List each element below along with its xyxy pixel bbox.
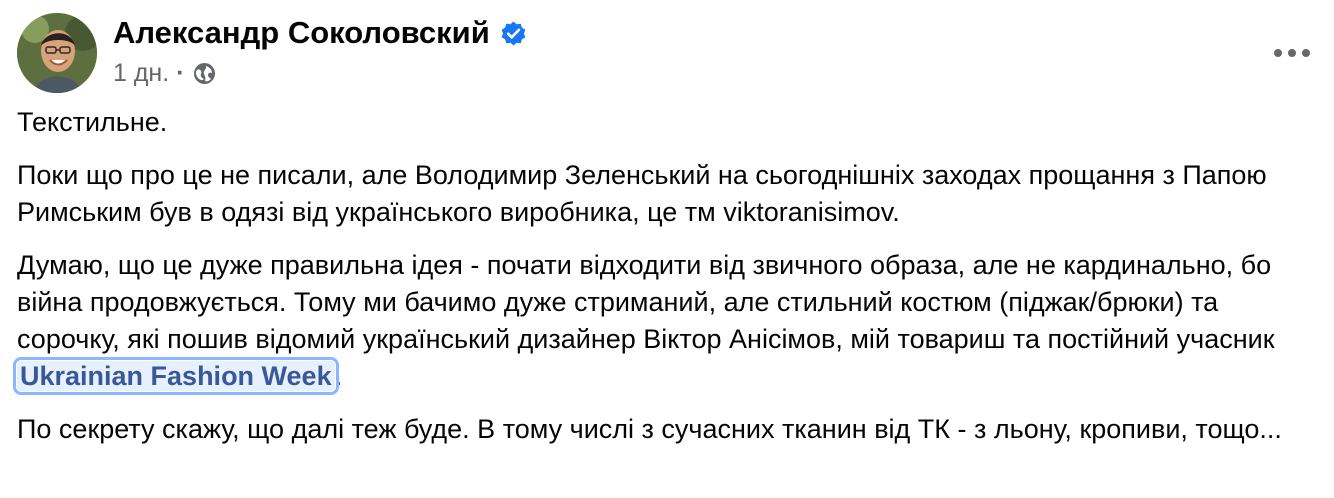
post-paragraph-3-suffix: .	[334, 361, 343, 391]
globe-icon[interactable]	[192, 61, 217, 86]
post-paragraph-3: Думаю, що це дуже правильна ідея - почат…	[13, 247, 1317, 395]
author-name[interactable]: Александр Соколовский	[113, 15, 490, 51]
post-time-link[interactable]: 1 дн.	[113, 58, 169, 88]
post-body: Текстильне. Поки що про це не писали, ал…	[13, 104, 1317, 448]
post-paragraph-2: Поки що про це не писали, але Володимир …	[17, 160, 1267, 227]
profile-photo	[17, 13, 97, 93]
meta-separator: ·	[176, 59, 185, 87]
avatar[interactable]	[17, 13, 97, 93]
post-header: Александр Соколовский 1 дн. ·	[17, 13, 1314, 93]
post-paragraph-1: Текстильне.	[17, 107, 168, 137]
post-paragraph-3-text: Думаю, що це дуже правильна ідея - почат…	[17, 250, 1275, 354]
ukrainian-fashion-week-link[interactable]: Ukrainian Fashion Week	[13, 357, 339, 395]
post-meta: 1 дн. ·	[113, 58, 217, 88]
post-paragraph-4: По секрету скажу, що далі теж буде. В то…	[17, 414, 1282, 444]
more-options-button[interactable]	[1270, 31, 1314, 75]
verified-badge-icon	[500, 20, 527, 47]
more-options-icon	[1274, 49, 1310, 57]
author-row: Александр Соколовский	[113, 15, 527, 51]
